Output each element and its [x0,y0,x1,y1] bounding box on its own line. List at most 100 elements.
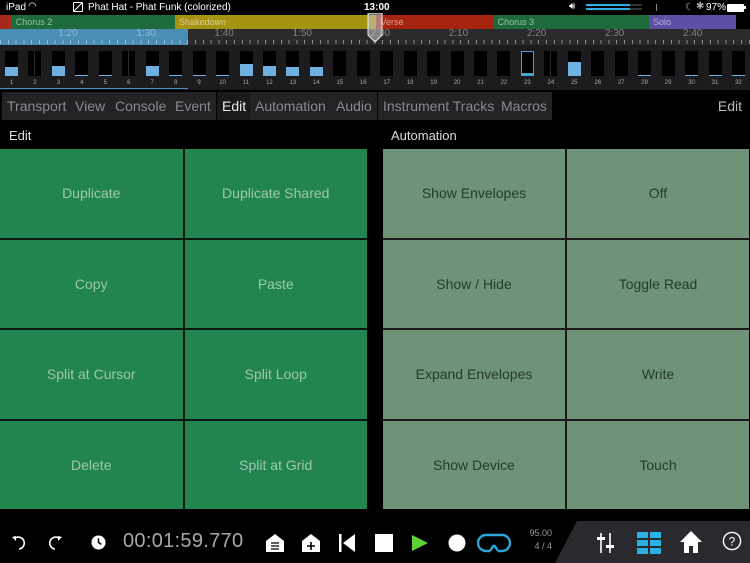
show-envelopes-button[interactable]: Show Envelopes [383,149,565,238]
marker-list-icon[interactable] [265,533,285,553]
automation-macro-grid: Show Envelopes Off Show / Hide Toggle Read E… [383,149,749,509]
tab-audio[interactable]: Audio [331,92,377,120]
loop-icon[interactable] [477,532,511,554]
marker-number: 9 [197,80,201,86]
marker-number: 32 [735,80,742,86]
off-button[interactable]: Off [567,149,749,238]
marker-pad[interactable] [169,51,183,76]
marker-pad[interactable] [286,51,300,76]
battery-percent: 97% [706,2,727,13]
marker-pad[interactable] [427,51,441,76]
arranger-section[interactable]: Verse [376,15,494,29]
home-icon[interactable] [679,530,703,554]
marker-number: 29 [664,80,672,86]
marker-pad[interactable] [216,51,230,76]
marker-progress [0,88,188,89]
marker-pad[interactable] [544,51,558,76]
arranger-section[interactable] [0,15,12,29]
tab-macros[interactable]: Macros [496,92,552,120]
marker-pad[interactable] [708,51,722,76]
ruler-label: 1:30 [136,28,156,39]
split-at-cursor-button[interactable]: Split at Cursor [0,330,183,419]
touch-button[interactable]: Touch [567,420,749,509]
write-button[interactable]: Write [567,330,749,419]
marker-pad[interactable] [333,51,347,76]
undo-icon[interactable] [10,534,28,552]
tab-event[interactable]: Event [170,92,216,120]
tab-edit[interactable]: Edit [217,92,252,120]
marker-pad[interactable] [685,51,699,76]
split-at-grid-button[interactable]: Split at Grid [184,420,367,509]
marker-level [169,74,183,76]
document-icon [73,2,83,12]
marker-pad[interactable] [239,51,253,76]
expand-envelopes-button[interactable]: Expand Envelopes [383,330,565,419]
marker-number: 17 [383,80,391,86]
marker-pad[interactable] [497,51,511,76]
record-icon[interactable] [448,534,466,552]
time-display[interactable]: 00:01:59.770 [123,530,243,553]
marker-pad[interactable] [614,51,628,76]
arranger-section[interactable]: Shakedown [174,15,377,29]
marker-level [685,75,699,76]
marker-number: 25 [570,80,578,86]
play-icon[interactable] [411,534,429,552]
marker-pad[interactable] [192,51,206,76]
clock-icon[interactable] [91,535,106,550]
tab-view[interactable]: View [70,92,111,120]
marker-pad[interactable] [122,51,136,76]
marker-pad[interactable] [380,51,394,76]
playhead[interactable] [367,13,383,43]
tab-console[interactable]: Console [110,92,172,120]
marker-pad[interactable] [356,51,370,76]
redo-icon[interactable] [46,534,64,552]
marker-pad[interactable] [98,51,112,76]
paste-button[interactable]: Paste [184,239,367,328]
marker-pad[interactable] [638,51,652,76]
copy-button[interactable]: Copy [0,239,183,328]
marker-pad[interactable] [403,51,417,76]
tab-transport[interactable]: Transport [2,92,72,120]
mixer-icon[interactable] [596,532,616,554]
macros-grid-icon[interactable] [637,532,661,554]
arranger-section[interactable]: Chorus 2 [11,15,175,29]
rewind-to-start-icon[interactable] [338,533,356,553]
show-hide-button[interactable]: Show / Hide [383,239,565,328]
show-device-button[interactable]: Show Device [383,420,565,509]
device-label: iPad [6,2,27,13]
marker-pad[interactable] [75,51,89,76]
toggle-read-button[interactable]: Toggle Read [567,239,749,328]
tab-automation[interactable]: Automation [250,92,331,120]
duplicate-shared-button[interactable]: Duplicate Shared [184,149,367,238]
marker-number: 7 [150,80,154,86]
arranger-section[interactable]: Solo [649,15,736,29]
duplicate-button[interactable]: Duplicate [0,149,183,238]
marker-number: 18 [406,80,414,86]
marker-number: 5 [103,80,107,86]
marker-pad[interactable] [661,51,675,76]
marker-number: 28 [641,80,648,86]
marker-pad[interactable] [520,51,534,76]
add-marker-icon[interactable] [301,533,321,553]
tempo-display[interactable]: 95.00 4 / 4 [522,527,552,553]
marker-pad[interactable] [262,51,276,76]
volume-meter[interactable] [586,4,642,11]
delete-button[interactable]: Delete [0,420,183,509]
help-icon[interactable]: ? [722,531,742,551]
marker-pad[interactable] [28,51,42,76]
marker-number: 27 [617,80,625,86]
tab-instrument-tracks[interactable]: Instrument Tracks [378,92,500,120]
arranger-section[interactable]: Chorus 3 [493,15,649,29]
marker-pad[interactable] [591,51,605,76]
marker-pad[interactable] [474,51,487,76]
marker-pad[interactable] [309,51,323,76]
marker-pad[interactable] [567,51,581,76]
marker-pad[interactable] [145,51,159,76]
edit-mode-button[interactable]: Edit [718,92,742,120]
marker-pad[interactable] [450,51,464,76]
marker-pad[interactable] [5,51,18,76]
stop-icon[interactable] [375,534,393,552]
marker-pad[interactable] [731,51,745,76]
split-loop-button[interactable]: Split Loop [184,330,367,419]
marker-pad[interactable] [51,51,65,76]
